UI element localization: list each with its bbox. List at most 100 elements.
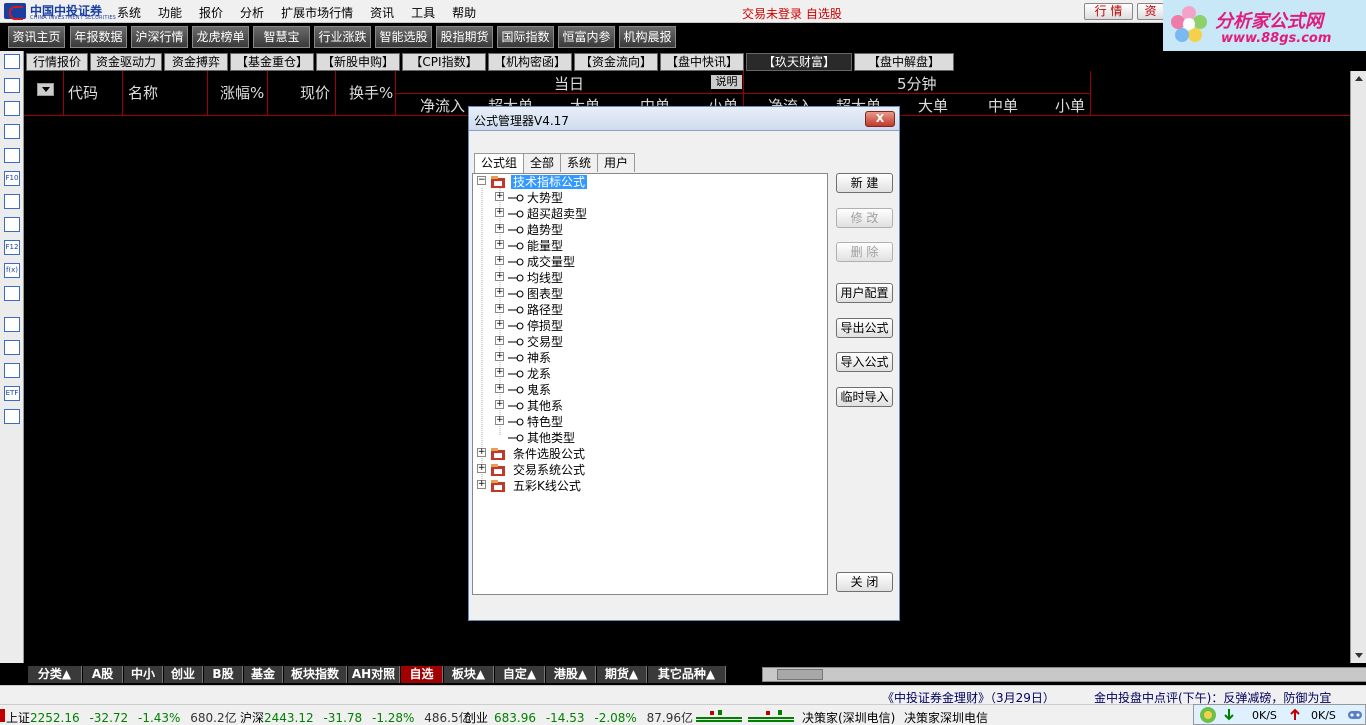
- cattab-watchlist[interactable]: 自选: [401, 666, 443, 683]
- tree-node-trend-market[interactable]: 大势型: [527, 191, 563, 207]
- toolbar-intl-index[interactable]: 国际指数: [497, 26, 554, 48]
- toolbar-smart-treasure[interactable]: 智慧宝: [253, 26, 310, 48]
- vertical-scrollbar[interactable]: [1350, 71, 1366, 663]
- tree-node-trading[interactable]: 交易型: [527, 335, 563, 351]
- close-dialog-button[interactable]: 关 闭: [836, 572, 893, 592]
- scroll-thumb[interactable]: [777, 669, 823, 680]
- cattab-other[interactable]: 其它品种▲: [648, 666, 726, 683]
- edit-formula-button[interactable]: 修 改: [836, 208, 893, 228]
- toolbar-dragon-tiger[interactable]: 龙虎榜单: [192, 26, 249, 48]
- network-speed-panel[interactable]: 0K/S 0K/S: [1193, 704, 1366, 725]
- tree-node-energy[interactable]: 能量型: [527, 239, 563, 255]
- grid-icon[interactable]: [4, 78, 20, 93]
- tree-node-stock-picking[interactable]: 条件选股公式: [513, 447, 585, 463]
- subtab-capital-flow[interactable]: 【资金流向】: [574, 53, 658, 71]
- subtab-cpi[interactable]: 【CPI指数】: [402, 53, 486, 71]
- tree-expand-icon[interactable]: +: [495, 192, 504, 201]
- tree-expand-icon[interactable]: +: [495, 272, 504, 281]
- index-hs300[interactable]: 沪深2443.12 -31.78 -1.28% 486.5亿: [240, 709, 471, 725]
- menu-system[interactable]: 系统: [117, 4, 141, 21]
- server-site-1[interactable]: 决策家(深圳电信): [802, 709, 895, 725]
- quote-mode-button[interactable]: 行 情: [1084, 3, 1133, 20]
- subtab-jiutian[interactable]: 【玖天财富】: [746, 53, 852, 71]
- scatter-icon[interactable]: [4, 363, 20, 378]
- export-formula-button[interactable]: 导出公式: [836, 318, 893, 338]
- dialog-titlebar[interactable]: 公式管理器V4.17 X: [469, 107, 899, 131]
- folder-icon[interactable]: [4, 317, 20, 332]
- server-site-2[interactable]: 决策家深圳电信: [904, 709, 988, 725]
- menu-info[interactable]: 资讯: [370, 4, 394, 21]
- index-shanghai[interactable]: 上证2252.16 -32.72 -1.43% 680.2亿: [6, 709, 237, 725]
- toolbar-index-futures[interactable]: 股指期货: [436, 26, 493, 48]
- subtab-quote[interactable]: 行情报价: [26, 53, 88, 71]
- f12-icon[interactable]: F12: [4, 240, 20, 255]
- tree-expand-icon[interactable]: +: [477, 464, 486, 473]
- tab-all[interactable]: 全部: [523, 153, 562, 172]
- col-code[interactable]: 代码: [68, 82, 98, 103]
- tree-node-other-series[interactable]: 其他系: [527, 399, 563, 415]
- col-change-pct[interactable]: 涨幅%: [220, 82, 264, 103]
- tree-node-dragon[interactable]: 龙系: [527, 367, 551, 383]
- search-icon[interactable]: [4, 286, 20, 301]
- delete-formula-button[interactable]: 删 除: [836, 242, 893, 262]
- toolbar-hengfu-ref[interactable]: 恒富内参: [558, 26, 615, 48]
- tree-expand-icon[interactable]: +: [495, 352, 504, 361]
- tree-node-moving-avg[interactable]: 均线型: [527, 271, 563, 287]
- cattab-sector[interactable]: 板块▲: [444, 666, 494, 683]
- explain-button[interactable]: 说明: [711, 75, 742, 89]
- index-chinext[interactable]: 创业 683.96 -14.53 -2.08% 87.96亿: [464, 709, 693, 725]
- ad-banner[interactable]: 分析家公式网 www.88gs.com: [1163, 0, 1366, 51]
- subtab-fund-holding[interactable]: 【基金重仓】: [230, 53, 314, 71]
- tree-node-overbought[interactable]: 超买超卖型: [527, 207, 587, 223]
- toolbar-info-home[interactable]: 资讯主页: [8, 26, 65, 48]
- toolbar-smart-picker[interactable]: 智能选股: [375, 26, 432, 48]
- line-chart-icon[interactable]: [4, 101, 20, 116]
- menu-analysis[interactable]: 分析: [240, 4, 264, 21]
- tree-expand-icon[interactable]: +: [495, 304, 504, 313]
- subtab-inst-letter[interactable]: 【机构密函】: [488, 53, 572, 71]
- quote-icon[interactable]: [4, 54, 20, 69]
- cattab-sector-index[interactable]: 板块指数: [284, 666, 347, 683]
- toolbar-annual-report[interactable]: 年报数据: [70, 26, 127, 48]
- candle-icon[interactable]: [4, 124, 20, 139]
- menu-function[interactable]: 功能: [158, 4, 182, 21]
- horizontal-scrollbar[interactable]: [762, 667, 1366, 682]
- tree-node-trend[interactable]: 趋势型: [527, 223, 563, 239]
- user-config-button[interactable]: 用户配置: [836, 283, 893, 303]
- tree-expand-icon[interactable]: +: [495, 336, 504, 345]
- col-5min-small-order[interactable]: 小单: [1055, 95, 1085, 116]
- tree-expand-icon[interactable]: +: [495, 256, 504, 265]
- col-5min-mid-order[interactable]: 中单: [988, 95, 1018, 116]
- tree-node-ghost[interactable]: 鬼系: [527, 383, 551, 399]
- cattab-classify[interactable]: 分类▲: [28, 666, 82, 683]
- tree-node-root[interactable]: 技术指标公式: [511, 175, 588, 191]
- tree-collapse-icon[interactable]: −: [477, 176, 486, 185]
- tree-expand-icon[interactable]: +: [477, 448, 486, 457]
- subtab-market-analysis[interactable]: 【盘中解盘】: [854, 53, 954, 71]
- tree-node-volume[interactable]: 成交量型: [527, 255, 575, 271]
- subtab-flash-news[interactable]: 【盘中快讯】: [660, 53, 744, 71]
- tree-node-path[interactable]: 路径型: [527, 303, 563, 319]
- scroll-down-icon[interactable]: [1353, 649, 1365, 661]
- tree-expand-icon[interactable]: +: [495, 400, 504, 409]
- tree-expand-icon[interactable]: +: [495, 288, 504, 297]
- col-today-net-inflow[interactable]: 净流入: [420, 95, 465, 116]
- menu-tools[interactable]: 工具: [411, 4, 435, 21]
- tree-node-stop-loss[interactable]: 停损型: [527, 319, 563, 335]
- cattab-a-share[interactable]: A股: [83, 666, 123, 683]
- temp-import-button[interactable]: 临时导入: [836, 387, 893, 407]
- sector-icon[interactable]: [4, 194, 20, 209]
- updown-icon[interactable]: [4, 340, 20, 355]
- toolbar-industry-change[interactable]: 行业涨跌: [314, 26, 371, 48]
- subtab-capital-drive[interactable]: 资金驱动力: [90, 53, 162, 71]
- exit-icon[interactable]: [4, 409, 20, 424]
- tree-expand-icon[interactable]: +: [495, 416, 504, 425]
- tree-node-color-kline[interactable]: 五彩K线公式: [513, 479, 581, 495]
- tree-expand-icon[interactable]: +: [495, 224, 504, 233]
- tree-node-chart[interactable]: 图表型: [527, 287, 563, 303]
- toolbar-sh-sz-quote[interactable]: 沪深行情: [131, 26, 188, 48]
- cattab-fund[interactable]: 基金: [244, 666, 283, 683]
- menu-help[interactable]: 帮助: [452, 4, 476, 21]
- cattab-ah-compare[interactable]: AH对照: [348, 666, 400, 683]
- etf-icon[interactable]: ETF: [4, 386, 20, 401]
